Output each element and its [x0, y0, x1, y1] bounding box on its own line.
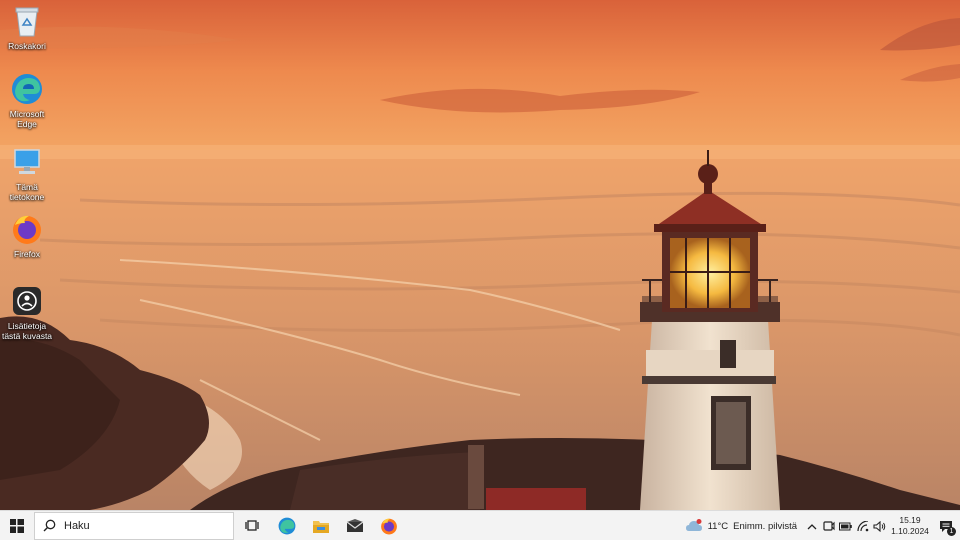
desktop-icon-label: Firefox — [14, 249, 40, 259]
show-hidden-icons-button[interactable] — [803, 511, 820, 541]
firefox-icon — [10, 212, 44, 246]
network-button[interactable] — [854, 511, 871, 541]
taskbar-file-explorer-button[interactable] — [304, 511, 338, 541]
meet-now-icon — [822, 521, 835, 531]
desktop-icon-label: Lisätietoja tästä kuvasta — [1, 321, 53, 341]
edge-icon — [10, 72, 44, 106]
search-placeholder: Haku — [64, 519, 90, 532]
weather-temperature: 11°C — [707, 520, 729, 532]
speaker-icon — [873, 520, 886, 532]
desktop-icon-recycle-bin[interactable]: Roskakori — [1, 4, 53, 51]
taskbar: Haku 11°C Enimm. pilvistä 15.19 1.10.202… — [0, 510, 960, 540]
volume-button[interactable] — [871, 511, 888, 541]
clock-time: 15.19 — [899, 515, 921, 525]
camera-info-icon — [10, 284, 44, 318]
taskbar-firefox-button[interactable] — [372, 511, 406, 541]
taskbar-edge-button[interactable] — [270, 511, 304, 541]
mail-icon — [346, 518, 364, 532]
start-button[interactable] — [0, 511, 34, 541]
taskbar-search-box[interactable]: Haku — [34, 511, 234, 540]
desktop-icon-learn-about-picture[interactable]: Lisätietoja tästä kuvasta — [1, 284, 53, 341]
windows-logo-icon — [10, 518, 24, 533]
desktop-icon-microsoft-edge[interactable]: Microsoft Edge — [1, 72, 53, 129]
chevron-up-icon — [807, 523, 816, 529]
action-center-button[interactable]: 1 — [932, 511, 960, 541]
computer-icon — [10, 145, 44, 179]
task-view-icon — [245, 519, 259, 531]
clock-date: 1.10.2024 — [891, 526, 929, 536]
desktop-icon-label: Roskakori — [8, 41, 46, 51]
cloud-weather-icon — [685, 519, 702, 531]
desktop-icon-label: Tämä tietokone — [9, 182, 45, 202]
weather-widget[interactable]: 11°C Enimm. pilvistä — [679, 511, 803, 541]
wifi-icon — [856, 520, 868, 531]
recycle-bin-icon — [10, 4, 44, 38]
meet-now-button[interactable] — [820, 511, 837, 541]
battery-icon — [839, 522, 852, 530]
firefox-icon — [381, 518, 397, 534]
desktop-icon-this-pc[interactable]: Tämä tietokone — [1, 145, 53, 202]
system-tray: 11°C Enimm. pilvistä 15.19 1.10.2024 1 — [679, 511, 960, 541]
taskbar-clock[interactable]: 15.19 1.10.2024 — [888, 511, 932, 541]
file-explorer-icon — [313, 520, 329, 533]
weather-condition: Enimm. pilvistä — [733, 520, 797, 532]
taskbar-mail-button[interactable] — [338, 511, 372, 541]
desktop-icon-firefox[interactable]: Firefox — [1, 212, 53, 259]
search-icon — [43, 519, 56, 532]
edge-icon — [278, 517, 296, 534]
desktop-wallpaper — [0, 0, 960, 510]
task-view-button[interactable] — [236, 511, 270, 541]
notification-count-badge: 1 — [947, 527, 956, 536]
desktop-icon-label: Microsoft Edge — [9, 109, 45, 129]
battery-button[interactable] — [837, 511, 854, 541]
